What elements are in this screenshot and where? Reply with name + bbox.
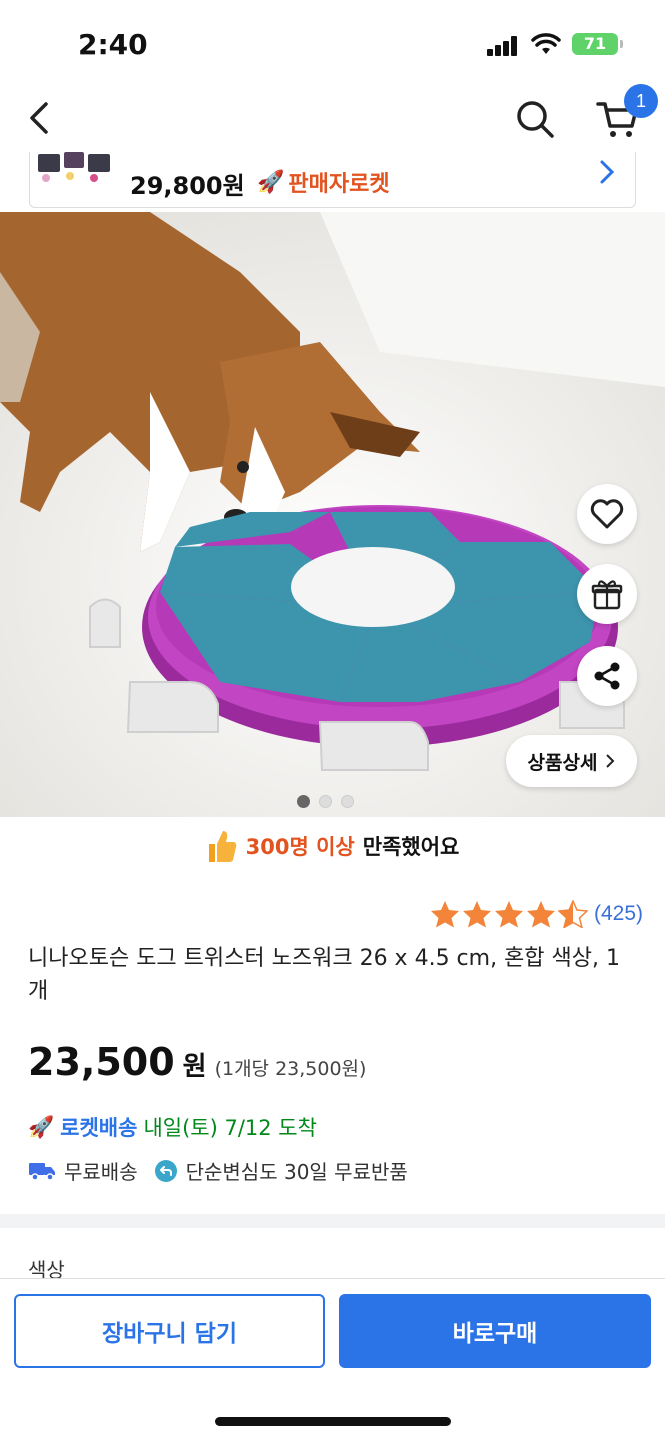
- home-indicator[interactable]: [215, 1417, 451, 1426]
- star-rating: [430, 900, 588, 928]
- heart-icon: [590, 499, 624, 529]
- status-bar: 2:40 71: [0, 0, 665, 80]
- return-icon: [154, 1159, 177, 1182]
- rocket-delivery-label: 로켓배송: [60, 1116, 138, 1140]
- rocket-icon: 🚀: [28, 1114, 55, 1139]
- thumbs-up-icon: [208, 831, 236, 862]
- chevron-right-icon[interactable]: [597, 158, 617, 186]
- star-full-icon: [430, 901, 459, 928]
- star-full-icon: [494, 901, 523, 928]
- product-title: 니나오토슨 도그 트위스터 노즈워크 26 x 4.5 cm, 혼합 색상, 1…: [28, 946, 621, 1004]
- gallery-pagination-dots: [297, 795, 354, 808]
- seller-rocket-label: 판매자로켓: [288, 172, 390, 197]
- battery-indicator: 71: [572, 33, 623, 55]
- price-currency: 원: [182, 1052, 207, 1082]
- star-half-icon: [557, 900, 588, 928]
- delivery-benefits: 무료배송 단순변심도 30일 무료반품: [28, 1156, 408, 1185]
- product-image-gallery[interactable]: 상품상세: [0, 212, 665, 817]
- star-full-icon: [526, 901, 555, 928]
- satisfaction-count: 300명 이상: [245, 835, 355, 859]
- top-nav: [0, 82, 665, 152]
- chevron-right-icon: [606, 754, 615, 768]
- product-rating[interactable]: (425): [430, 900, 643, 928]
- free-return-label: 단순변심도 30일 무료반품: [185, 1160, 408, 1184]
- rocket-delivery-info: 🚀 로켓배송 내일(토) 7/12 도착: [28, 1112, 317, 1142]
- cart-count-badge: 1: [624, 84, 658, 118]
- related-product-card[interactable]: 29,800원 🚀 판매자로켓: [29, 152, 636, 208]
- free-shipping-label: 무료배송: [64, 1160, 138, 1184]
- unit-price: (1개당 23,500원): [214, 1058, 367, 1080]
- purchase-action-bar: 장바구니 담기 바로구매: [0, 1278, 665, 1440]
- seller-rocket-badge: 🚀 판매자로켓: [257, 166, 390, 198]
- gift-icon: [591, 580, 623, 610]
- wishlist-button[interactable]: [577, 484, 637, 544]
- price-row: 23,500 원 (1개당 23,500원): [28, 1040, 366, 1084]
- star-full-icon: [462, 901, 491, 928]
- satisfaction-text: 만족했어요: [362, 835, 460, 859]
- pagination-dot[interactable]: [341, 795, 354, 808]
- back-arrow-icon[interactable]: [22, 98, 62, 138]
- status-time: 2:40: [78, 28, 148, 61]
- cellular-signal-icon: [487, 36, 519, 56]
- product-detail-button[interactable]: 상품상세: [506, 735, 637, 787]
- rocket-icon: 🚀: [257, 169, 285, 195]
- pagination-dot[interactable]: [297, 795, 310, 808]
- add-to-cart-button[interactable]: 장바구니 담기: [14, 1294, 325, 1368]
- search-icon[interactable]: [514, 98, 556, 140]
- related-product-price: 29,800원: [130, 172, 245, 200]
- section-divider: [0, 1214, 665, 1228]
- product-photo: [0, 212, 665, 817]
- product-thumbnail: [38, 152, 110, 182]
- product-detail-label: 상품상세: [527, 751, 598, 774]
- wifi-icon: [531, 33, 561, 54]
- gift-button[interactable]: [577, 564, 637, 624]
- pagination-dot[interactable]: [319, 795, 332, 808]
- buy-now-button[interactable]: 바로구매: [339, 1294, 651, 1368]
- share-icon: [594, 662, 620, 690]
- share-button[interactable]: [577, 646, 637, 706]
- review-count[interactable]: (425): [594, 902, 643, 926]
- satisfaction-banner: 300명 이상 만족했어요: [0, 824, 665, 868]
- product-price: 23,500: [28, 1040, 175, 1084]
- truck-icon: [29, 1162, 55, 1181]
- delivery-eta: 내일(토) 7/12 도착: [143, 1116, 317, 1140]
